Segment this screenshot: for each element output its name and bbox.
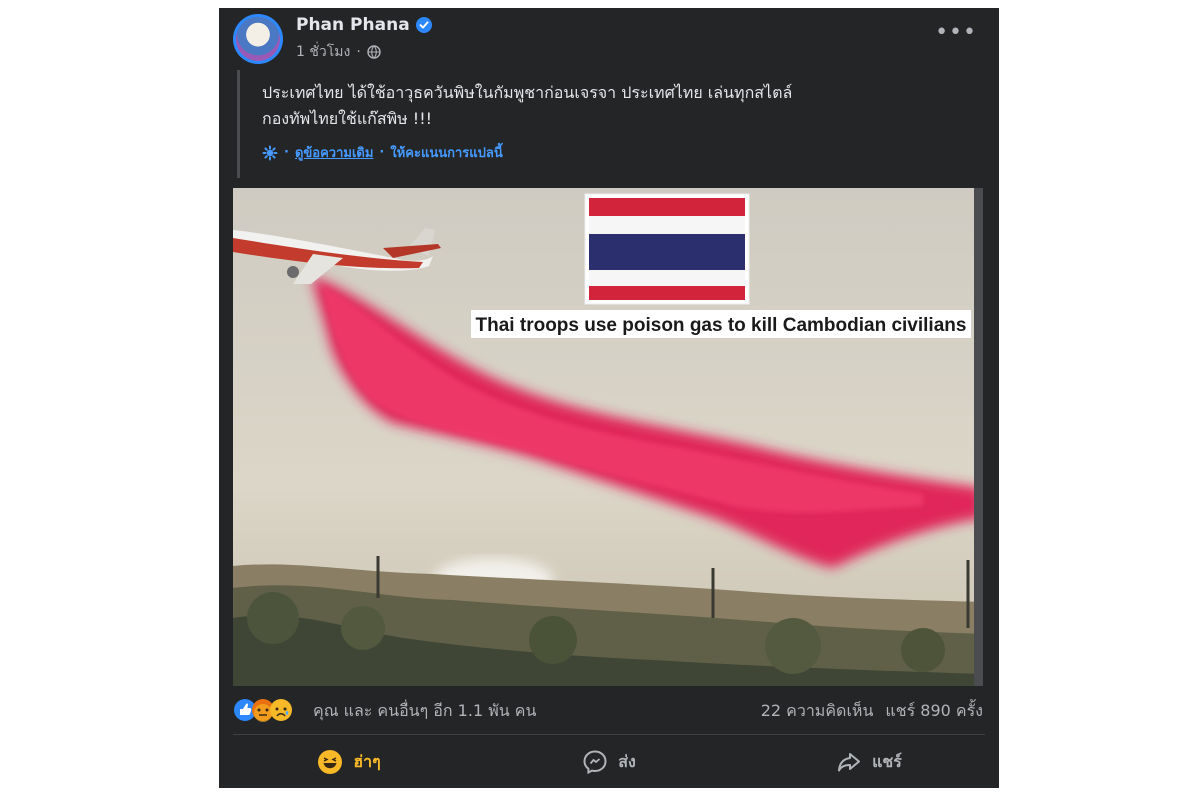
post-text-line1: ประเทศไทย ได้ใช้อาวุธควันพิษในกัมพูชาก่อ…	[262, 83, 793, 102]
see-original-link[interactable]: ดูข้อความเดิม	[295, 142, 373, 163]
translate-gear-icon	[262, 145, 278, 160]
rate-translation-link[interactable]: ให้คะแนนการแปลนี้	[390, 142, 502, 163]
thai-flag	[584, 193, 750, 305]
haha-icon	[318, 750, 343, 774]
translation-row: · ดูข้อความเดิม · ให้คะแนนการแปลนี้	[262, 142, 977, 163]
translate-separator-2: ·	[379, 145, 385, 160]
sad-icon	[270, 699, 292, 721]
reaction-icons[interactable]	[233, 698, 305, 722]
share-label: แชร์	[872, 751, 902, 771]
image-edge	[974, 188, 983, 686]
globe-icon	[367, 45, 381, 59]
engagement-counts: 22 ความคิดเห็น แชร์ 890 ครั้ง	[761, 699, 983, 724]
comment-count[interactable]: 22 ความคิดเห็น	[761, 699, 874, 724]
author-row: Phan Phana	[296, 15, 432, 35]
haha-button[interactable]: ฮ่าๆ	[219, 736, 479, 788]
post-text: ประเทศไทย ได้ใช้อาวุธควันพิษในกัมพูชาก่อ…	[262, 80, 977, 132]
meta-separator: ·	[356, 44, 361, 60]
share-count[interactable]: แชร์ 890 ครั้ง	[885, 699, 983, 724]
reactions-summary[interactable]: คุณ และ คนอื่นๆ อีก 1.1 พัน คน	[313, 699, 536, 724]
divider	[233, 734, 985, 735]
translate-separator: ·	[284, 145, 289, 160]
share-arrow-icon	[838, 753, 861, 772]
share-button[interactable]: แชร์	[739, 736, 999, 788]
post-time[interactable]: 1 ชั่วโมง	[296, 41, 350, 63]
post-text-line2: กองทัพไทยใช้แก๊สพิษ !!!	[262, 109, 433, 128]
post-image[interactable]: Thai troops use poison gas to kill Cambo…	[233, 188, 983, 686]
avatar[interactable]	[233, 14, 283, 64]
post-body: ประเทศไทย ได้ใช้อาวุธควันพิษในกัมพูชาก่อ…	[237, 70, 977, 178]
action-bar: ฮ่าๆ ส่ง แชร์	[219, 736, 999, 788]
post-card: Phan Phana 1 ชั่วโมง · ••• ประเทศไทย ได้…	[219, 8, 999, 788]
haha-label: ฮ่าๆ	[353, 751, 381, 771]
post-image-svg: Thai troops use poison gas to kill Cambo…	[233, 188, 983, 686]
messenger-icon	[583, 750, 607, 775]
post-meta: 1 ชั่วโมง ·	[296, 41, 381, 63]
send-label: ส่ง	[618, 751, 636, 771]
send-button[interactable]: ส่ง	[479, 736, 739, 788]
image-caption: Thai troops use poison gas to kill Cambo…	[476, 315, 967, 336]
avatar-image	[236, 17, 280, 61]
more-options-icon[interactable]: •••	[935, 22, 977, 44]
author-name[interactable]: Phan Phana	[296, 15, 410, 35]
reactions-bar: คุณ และ คนอื่นๆ อีก 1.1 พัน คน 22 ความคิ…	[219, 688, 999, 732]
post-header: Phan Phana 1 ชั่วโมง · •••	[219, 8, 999, 70]
verified-badge-icon	[415, 17, 432, 33]
